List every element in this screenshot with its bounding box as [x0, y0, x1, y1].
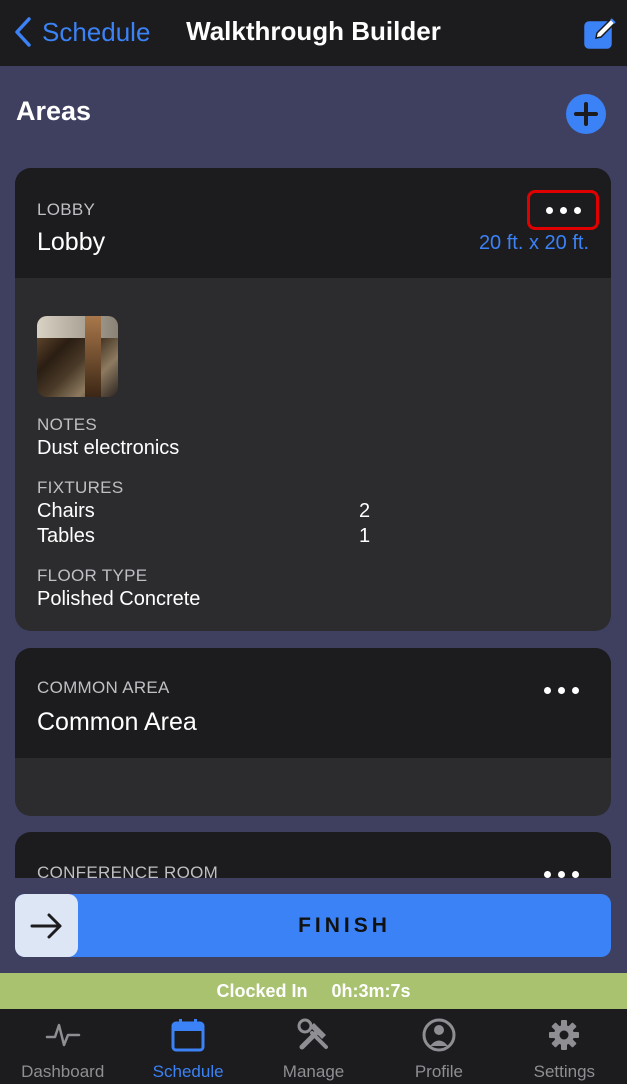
area-photo-thumbnail[interactable] — [37, 316, 118, 397]
top-nav-bar: Schedule Walkthrough Builder — [0, 0, 627, 66]
floor-type-label: FLOOR TYPE — [37, 566, 148, 585]
tools-icon — [297, 1018, 328, 1050]
area-category: LOBBY — [37, 200, 96, 219]
floor-type-value: Polished Concrete — [37, 588, 201, 610]
fixture-qty: 2 — [359, 500, 371, 522]
tab-schedule[interactable]: Schedule — [125, 1009, 250, 1084]
area-category: CONFERENCE ROOM — [37, 863, 219, 878]
tab-dashboard[interactable]: Dashboard — [0, 1009, 125, 1084]
add-area-button[interactable] — [566, 94, 606, 134]
area-dimensions: 20 ft. x 20 ft. — [478, 232, 589, 254]
area-card-header: LOBBY Lobby 20 ft. x 20 ft. — [15, 168, 611, 278]
page-title: Walkthrough Builder — [186, 16, 441, 46]
ellipsis-icon-dot — [557, 686, 565, 694]
tab-profile[interactable]: Profile — [376, 1009, 501, 1084]
tab-label: Settings — [533, 1062, 596, 1081]
area-card-common-area: COMMON AREA Common Area — [15, 648, 611, 816]
calendar-icon — [171, 1019, 205, 1052]
finish-label: FINISH — [298, 914, 391, 937]
ellipsis-icon — [545, 206, 553, 214]
user-icon — [422, 1018, 456, 1052]
area-category: COMMON AREA — [37, 678, 170, 697]
fixtures-label: FIXTURES — [37, 478, 124, 497]
notes-label: NOTES — [37, 415, 98, 434]
ellipsis-icon-dot — [557, 870, 565, 878]
tab-label: Profile — [414, 1062, 464, 1081]
fixture-name: Chairs — [37, 500, 95, 522]
more-options-button[interactable] — [533, 862, 589, 878]
tab-label: Schedule — [152, 1062, 224, 1081]
finish-arrow-box — [15, 894, 78, 957]
tab-label: Dashboard — [21, 1062, 105, 1081]
ellipsis-icon-dot — [573, 206, 581, 214]
ellipsis-icon — [543, 870, 551, 878]
finish-button[interactable]: FINISH — [15, 894, 611, 957]
area-card-header: COMMON AREA Common Area — [15, 648, 611, 758]
fixture-name: Tables — [37, 525, 95, 547]
ellipsis-icon-dot — [571, 870, 579, 878]
area-name: Common Area — [37, 708, 197, 736]
areas-heading: Areas — [16, 96, 92, 126]
arrow-right-icon — [30, 913, 61, 938]
tab-label: Manage — [282, 1062, 345, 1081]
edit-icon[interactable] — [583, 16, 617, 50]
more-options-button[interactable] — [533, 678, 589, 702]
clock-status-bar: Clocked In 0h:3m:7s — [0, 973, 627, 1009]
notes-value: Dust electronics — [37, 437, 180, 459]
activity-icon — [45, 1023, 80, 1047]
ellipsis-icon-dot — [559, 206, 567, 214]
area-card-conference-room: CONFERENCE ROOM — [15, 832, 611, 878]
ellipsis-icon — [543, 686, 551, 694]
area-card-lobby: LOBBY Lobby 20 ft. x 20 ft. NOTES Dust e… — [15, 168, 611, 631]
gear-icon — [549, 1020, 580, 1050]
clock-status: Clocked In — [216, 980, 308, 1001]
fixture-qty: 1 — [359, 525, 371, 547]
ellipsis-icon-dot — [571, 686, 579, 694]
bottom-tab-bar: Dashboard Schedule Manage Profile Settin… — [0, 1009, 627, 1084]
tab-manage[interactable]: Manage — [251, 1009, 376, 1084]
tab-settings[interactable]: Settings — [502, 1009, 627, 1084]
more-options-button[interactable] — [527, 190, 599, 230]
area-name: Lobby — [37, 228, 106, 256]
clock-elapsed: 0h:3m:7s — [331, 980, 411, 1001]
